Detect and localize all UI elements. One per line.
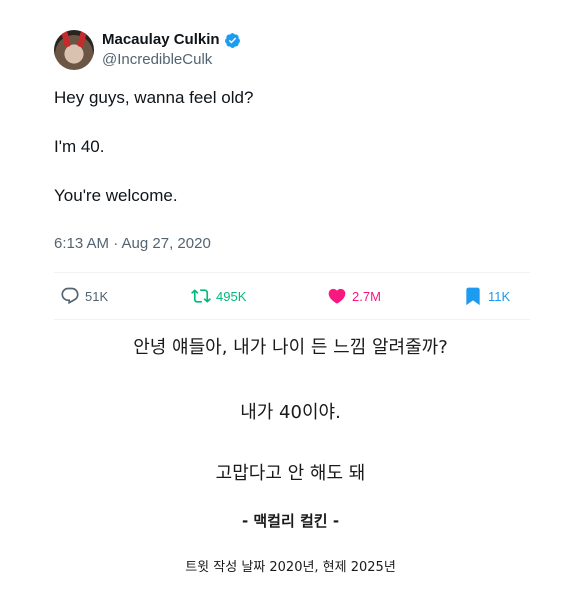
tweet-card: Macaulay Culkin @IncredibleCulk Hey guys… — [54, 28, 530, 320]
tweet-timestamp[interactable]: 6:13 AM · Aug 27, 2020 — [54, 233, 530, 255]
display-name[interactable]: Macaulay Culkin — [102, 30, 220, 50]
tweet-header: Macaulay Culkin @IncredibleCulk — [54, 28, 530, 72]
reply-icon — [61, 287, 79, 305]
bookmark-icon — [466, 287, 480, 306]
handle[interactable]: @IncredibleCulk — [102, 50, 241, 70]
action-bar: 51K 495K 2.7M 11K — [54, 273, 530, 319]
tweet-body: Hey guys, wanna feel old? I'm 40. You're… — [54, 86, 530, 208]
bunny-ear-right — [77, 30, 87, 48]
bookmark-count: 11K — [488, 288, 511, 304]
tweet-line-3: You're welcome. — [54, 186, 178, 205]
author-info: Macaulay Culkin @IncredibleCulk — [102, 30, 241, 70]
reply-button[interactable]: 51K — [60, 286, 191, 306]
divider-bottom — [54, 319, 530, 320]
bunny-ear-left — [61, 30, 71, 48]
verified-badge-icon — [224, 32, 240, 48]
reply-count: 51K — [85, 288, 109, 304]
retweet-icon — [191, 289, 211, 303]
bookmark-button[interactable]: 11K — [463, 286, 510, 306]
like-button[interactable]: 2.7M — [327, 286, 463, 306]
translation-line-1: 안녕 얘들아, 내가 나이 든 느낌 알려줄까? — [133, 337, 448, 358]
date-note: 트윗 작성 날짜 2020년, 현제 2025년 — [185, 560, 396, 575]
translation-line-2: 내가 40이야. — [240, 402, 341, 423]
retweet-button[interactable]: 495K — [191, 286, 327, 306]
like-count: 2.7M — [352, 288, 381, 304]
translation-line-3: 고맙다고 안 해도 돼 — [215, 463, 366, 484]
translation-signature: - 맥컬리 컬킨 - — [241, 512, 340, 530]
avatar[interactable] — [54, 30, 94, 70]
tweet-line-2: I'm 40. — [54, 137, 105, 156]
heart-icon — [328, 288, 346, 304]
retweet-count: 495K — [216, 288, 247, 304]
tweet-line-1: Hey guys, wanna feel old? — [54, 88, 254, 107]
name-row: Macaulay Culkin — [102, 30, 241, 50]
